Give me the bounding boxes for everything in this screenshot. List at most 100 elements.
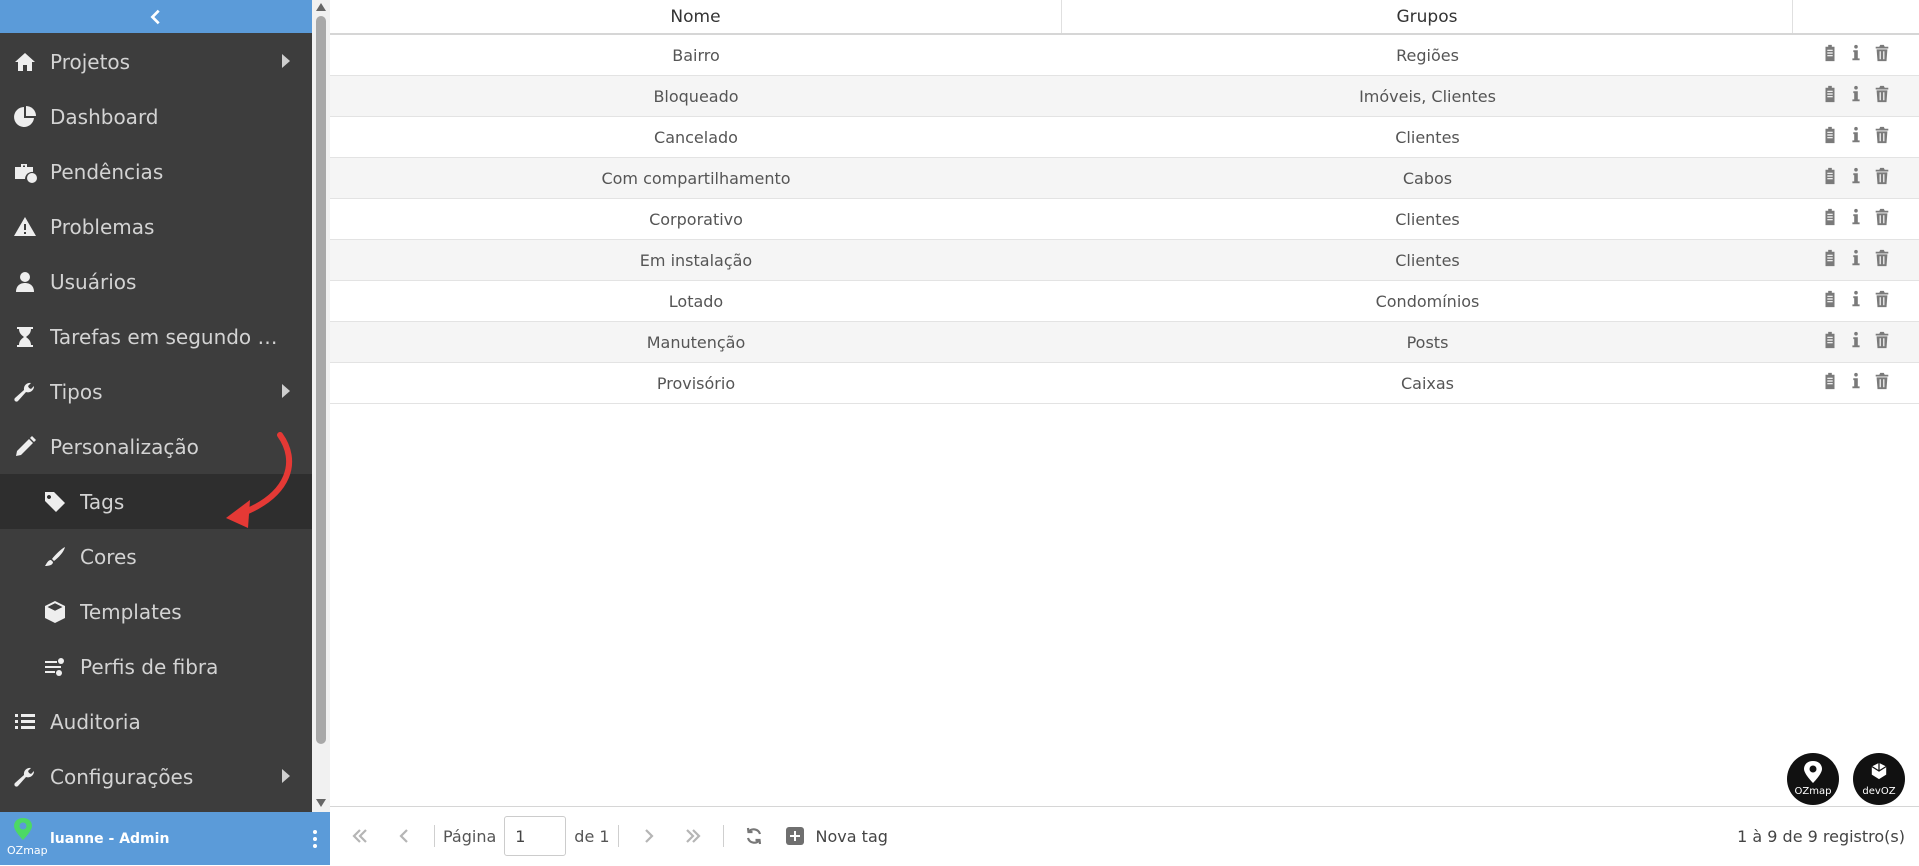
sidebar-item-configura-es[interactable]: Configurações <box>0 749 312 804</box>
next-page-button[interactable] <box>627 807 671 866</box>
ozmap-badge[interactable]: OZmap <box>1787 753 1839 805</box>
cube-icon <box>0 600 80 624</box>
info-button[interactable] <box>1847 371 1865 395</box>
sidebar-item-pend-ncias[interactable]: Pendências <box>0 144 312 199</box>
sidebar-item-usu-rios[interactable]: Usuários <box>0 254 312 309</box>
copy-button[interactable] <box>1821 371 1839 395</box>
devoz-badge[interactable]: devOZ <box>1853 753 1905 805</box>
cell-nome: Cancelado <box>654 127 738 147</box>
sidebar-item-cores[interactable]: Cores <box>0 529 312 584</box>
row-actions <box>1793 76 1919 116</box>
scroll-down-arrow[interactable] <box>316 799 326 807</box>
clipboard-icon <box>1825 44 1835 62</box>
clipboard-icon <box>1825 126 1835 144</box>
table-row[interactable]: Cancelado Clientes <box>330 117 1919 158</box>
trash-icon <box>1875 331 1889 349</box>
info-button[interactable] <box>1847 330 1865 354</box>
sidebar-item-perfis-de-fibra[interactable]: Perfis de fibra <box>0 639 312 694</box>
pencil-icon <box>0 435 50 459</box>
column-header-grupos[interactable]: Grupos <box>1062 0 1793 33</box>
info-button[interactable] <box>1847 248 1865 272</box>
delete-button[interactable] <box>1873 207 1891 231</box>
info-button[interactable] <box>1847 289 1865 313</box>
sidebar-item-projetos[interactable]: Projetos <box>0 34 312 89</box>
hourglass-icon <box>0 325 50 349</box>
sidebar-item-tags[interactable]: Tags <box>0 474 312 529</box>
double-chevron-right-icon <box>685 829 701 843</box>
first-page-button[interactable] <box>338 807 382 866</box>
info-icon <box>1852 331 1860 348</box>
sidebar-menu: Projetos Dashboard Pendências Problemas Usuá… <box>0 34 312 804</box>
table-row[interactable]: Com compartilhamento Cabos <box>330 158 1919 199</box>
divider <box>617 825 619 847</box>
refresh-button[interactable] <box>732 807 776 866</box>
info-button[interactable] <box>1847 207 1865 231</box>
briefcase-clock-icon <box>0 160 50 184</box>
delete-button[interactable] <box>1873 84 1891 108</box>
sidebar-item-problemas[interactable]: Problemas <box>0 199 312 254</box>
info-button[interactable] <box>1847 125 1865 149</box>
brush-icon <box>0 545 80 569</box>
trash-icon <box>1875 290 1889 308</box>
copy-button[interactable] <box>1821 248 1839 272</box>
table-row[interactable]: Lotado Condomínios <box>330 281 1919 322</box>
table-row[interactable]: Corporativo Clientes <box>330 199 1919 240</box>
caret-right-icon <box>282 769 290 783</box>
sidebar-item-label: Cores <box>80 544 137 569</box>
copy-button[interactable] <box>1821 43 1839 67</box>
delete-button[interactable] <box>1873 371 1891 395</box>
scroll-thumb[interactable] <box>316 16 326 744</box>
page-number-input[interactable] <box>504 816 567 856</box>
chevron-left-icon <box>399 829 408 843</box>
clipboard-icon <box>1825 372 1835 390</box>
sidebar-item-personaliza-o[interactable]: Personalização <box>0 419 312 474</box>
copy-button[interactable] <box>1821 166 1839 190</box>
cell-grupos: Regiões <box>1396 45 1459 65</box>
copy-button[interactable] <box>1821 84 1839 108</box>
sidebar-item-auditoria[interactable]: Auditoria <box>0 694 312 749</box>
sidebar-item-tipos[interactable]: Tipos <box>0 364 312 419</box>
info-icon <box>1852 167 1860 184</box>
copy-button[interactable] <box>1821 289 1839 313</box>
copy-button[interactable] <box>1821 125 1839 149</box>
clipboard-icon <box>1825 167 1835 185</box>
logo-text: OZmap <box>7 844 48 857</box>
delete-button[interactable] <box>1873 43 1891 67</box>
column-header-nome[interactable]: Nome <box>330 0 1062 33</box>
table-row[interactable]: Provisório Caixas <box>330 363 1919 404</box>
last-page-button[interactable] <box>671 807 715 866</box>
cell-grupos: Clientes <box>1395 250 1460 270</box>
table-row[interactable]: Manutenção Posts <box>330 322 1919 363</box>
prev-page-button[interactable] <box>382 807 426 866</box>
info-button[interactable] <box>1847 166 1865 190</box>
new-tag-button[interactable]: Nova tag <box>785 827 888 846</box>
table-row[interactable]: Bairro Regiões <box>330 35 1919 76</box>
user-bar: OZmap luanne - Admin <box>0 812 330 865</box>
delete-button[interactable] <box>1873 330 1891 354</box>
sidebar-item-tarefas-em-segundo-plano[interactable]: Tarefas em segundo plano <box>0 309 312 364</box>
delete-button[interactable] <box>1873 166 1891 190</box>
delete-button[interactable] <box>1873 289 1891 313</box>
info-button[interactable] <box>1847 43 1865 67</box>
copy-button[interactable] <box>1821 207 1839 231</box>
sidebar-item-label: Tags <box>80 489 125 514</box>
table-row[interactable]: Em instalação Clientes <box>330 240 1919 281</box>
table-row[interactable]: Bloqueado Imóveis, Clientes <box>330 76 1919 117</box>
sidebar-item-label: Dashboard <box>50 104 159 129</box>
collapse-sidebar-button[interactable] <box>0 0 312 33</box>
scroll-up-arrow[interactable] <box>316 3 326 11</box>
delete-button[interactable] <box>1873 248 1891 272</box>
delete-button[interactable] <box>1873 125 1891 149</box>
sidebar-scrollbar[interactable] <box>312 0 330 812</box>
cell-grupos: Condomínios <box>1375 291 1480 311</box>
row-actions <box>1793 35 1919 75</box>
sidebar-item-dashboard[interactable]: Dashboard <box>0 89 312 144</box>
copy-button[interactable] <box>1821 330 1839 354</box>
trash-icon <box>1875 167 1889 185</box>
map-pin-icon <box>1804 761 1822 783</box>
user-menu-button[interactable] <box>300 829 330 848</box>
sidebar-item-templates[interactable]: Templates <box>0 584 312 639</box>
info-button[interactable] <box>1847 84 1865 108</box>
chevron-right-icon <box>644 829 654 843</box>
cell-grupos: Imóveis, Clientes <box>1359 86 1496 106</box>
